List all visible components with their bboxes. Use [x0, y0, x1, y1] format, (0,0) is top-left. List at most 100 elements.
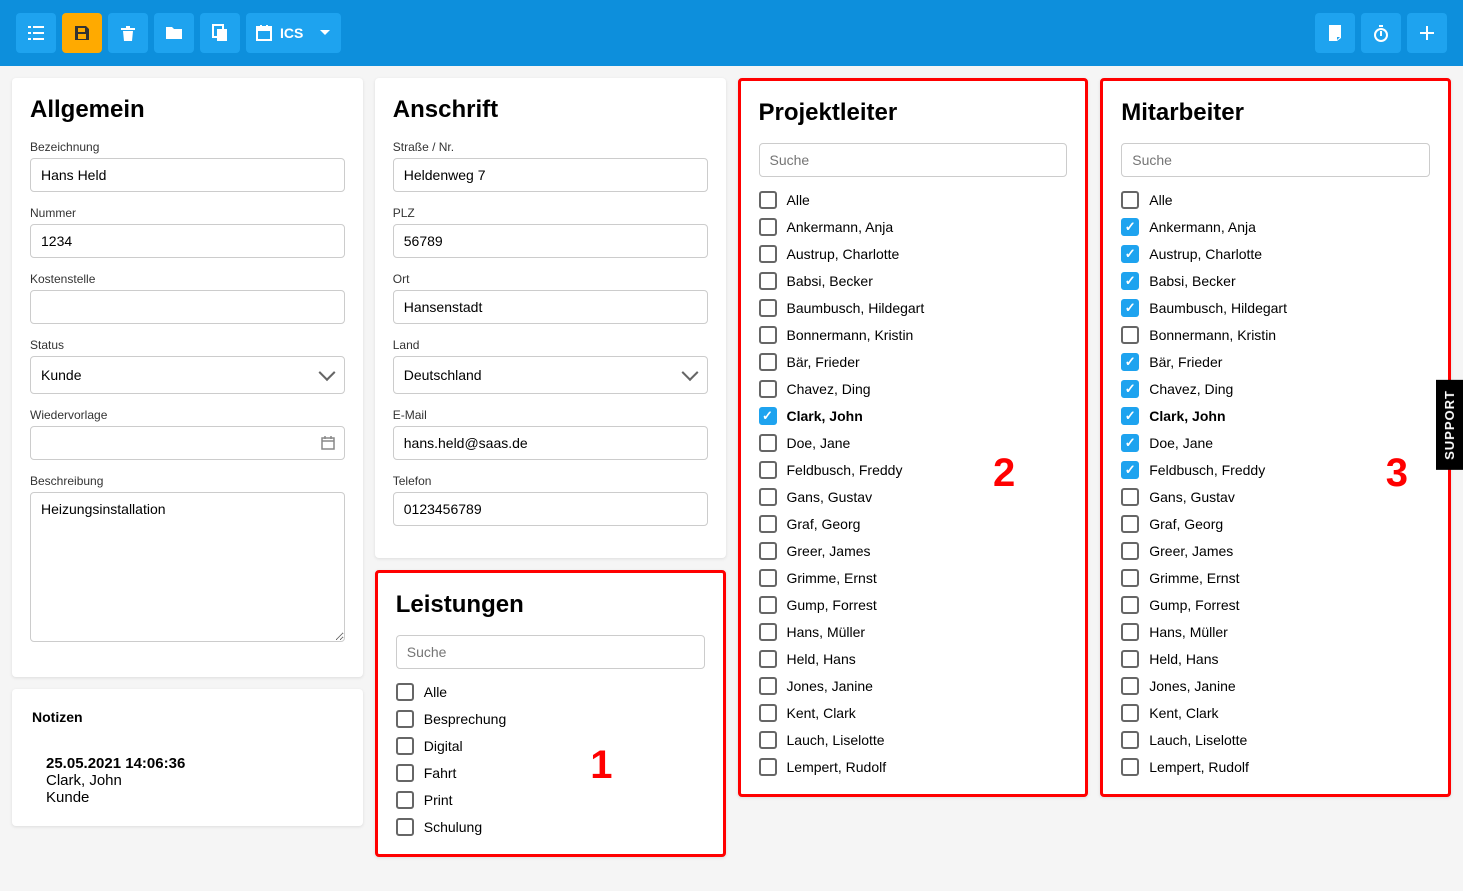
check-item[interactable]: Alle — [1121, 191, 1430, 209]
check-item[interactable]: Held, Hans — [759, 650, 1068, 668]
check-item[interactable]: Clark, John — [1121, 407, 1430, 425]
check-item[interactable]: Feldbusch, Freddy — [759, 461, 1068, 479]
checkbox[interactable] — [759, 191, 777, 209]
check-item[interactable]: Grimme, Ernst — [759, 569, 1068, 587]
checkbox[interactable] — [759, 299, 777, 317]
check-item[interactable]: Ankermann, Anja — [759, 218, 1068, 236]
check-item[interactable]: Chavez, Ding — [759, 380, 1068, 398]
checkbox[interactable] — [1121, 650, 1139, 668]
checkbox[interactable] — [1121, 380, 1139, 398]
check-item[interactable]: Jones, Janine — [1121, 677, 1430, 695]
checkbox[interactable] — [759, 434, 777, 452]
check-item[interactable]: Clark, John — [759, 407, 1068, 425]
checkbox[interactable] — [759, 758, 777, 776]
check-item[interactable]: Kent, Clark — [1121, 704, 1430, 722]
checkbox[interactable] — [1121, 542, 1139, 560]
checkbox[interactable] — [1121, 272, 1139, 290]
check-item[interactable]: Graf, Georg — [759, 515, 1068, 533]
wiedervorlage-input[interactable] — [30, 426, 345, 460]
checkbox[interactable] — [1121, 461, 1139, 479]
checkbox[interactable] — [396, 737, 414, 755]
plz-input[interactable] — [393, 224, 708, 258]
check-item[interactable]: Ankermann, Anja — [1121, 218, 1430, 236]
checkbox[interactable] — [759, 272, 777, 290]
leistungen-search[interactable] — [396, 635, 705, 669]
checkbox[interactable] — [759, 731, 777, 749]
ort-input[interactable] — [393, 290, 708, 324]
checkbox[interactable] — [1121, 326, 1139, 344]
check-item[interactable]: Gump, Forrest — [1121, 596, 1430, 614]
checkbox[interactable] — [759, 596, 777, 614]
check-item[interactable]: Lauch, Liselotte — [1121, 731, 1430, 749]
checkbox[interactable] — [1121, 515, 1139, 533]
checkbox[interactable] — [1121, 407, 1139, 425]
checkbox[interactable] — [396, 791, 414, 809]
check-item[interactable]: Bär, Frieder — [759, 353, 1068, 371]
ics-dropdown[interactable]: ICS — [246, 13, 341, 53]
check-item[interactable]: Kent, Clark — [759, 704, 1068, 722]
projektleiter-search[interactable] — [759, 143, 1068, 177]
mitarbeiter-search[interactable] — [1121, 143, 1430, 177]
checkbox[interactable] — [1121, 623, 1139, 641]
check-item[interactable]: Grimme, Ernst — [1121, 569, 1430, 587]
checkbox[interactable] — [1121, 488, 1139, 506]
save-button[interactable] — [62, 13, 102, 53]
timer-button[interactable] — [1361, 13, 1401, 53]
kostenstelle-input[interactable] — [30, 290, 345, 324]
check-item[interactable]: Fahrt — [396, 764, 705, 782]
check-item[interactable]: Doe, Jane — [1121, 434, 1430, 452]
check-item[interactable]: Chavez, Ding — [1121, 380, 1430, 398]
checkbox[interactable] — [759, 245, 777, 263]
checkbox[interactable] — [759, 488, 777, 506]
checkbox[interactable] — [759, 623, 777, 641]
checkbox[interactable] — [1121, 596, 1139, 614]
check-item[interactable]: Graf, Georg — [1121, 515, 1430, 533]
check-item[interactable]: Bonnermann, Kristin — [759, 326, 1068, 344]
check-item[interactable]: Austrup, Charlotte — [759, 245, 1068, 263]
checkbox[interactable] — [759, 380, 777, 398]
checkbox[interactable] — [759, 569, 777, 587]
telefon-input[interactable] — [393, 492, 708, 526]
checkbox[interactable] — [1121, 245, 1139, 263]
checkbox[interactable] — [1121, 569, 1139, 587]
check-item[interactable]: Held, Hans — [1121, 650, 1430, 668]
folder-button[interactable] — [154, 13, 194, 53]
check-item[interactable]: Alle — [396, 683, 705, 701]
land-select[interactable]: Deutschland — [393, 356, 708, 394]
check-item[interactable]: Feldbusch, Freddy — [1121, 461, 1430, 479]
checkbox[interactable] — [1121, 704, 1139, 722]
check-item[interactable]: Baumbusch, Hildegart — [759, 299, 1068, 317]
checkbox[interactable] — [1121, 353, 1139, 371]
checkbox[interactable] — [759, 353, 777, 371]
checkbox[interactable] — [396, 818, 414, 836]
check-item[interactable]: Baumbusch, Hildegart — [1121, 299, 1430, 317]
check-item[interactable]: Greer, James — [759, 542, 1068, 560]
check-item[interactable]: Alle — [759, 191, 1068, 209]
check-item[interactable]: Digital — [396, 737, 705, 755]
check-item[interactable]: Babsi, Becker — [759, 272, 1068, 290]
copy-button[interactable] — [200, 13, 240, 53]
check-item[interactable]: Greer, James — [1121, 542, 1430, 560]
check-item[interactable]: Bonnermann, Kristin — [1121, 326, 1430, 344]
checkbox[interactable] — [759, 677, 777, 695]
checkbox[interactable] — [1121, 218, 1139, 236]
checkbox[interactable] — [1121, 191, 1139, 209]
nummer-input[interactable] — [30, 224, 345, 258]
checkbox[interactable] — [759, 650, 777, 668]
check-item[interactable]: Gans, Gustav — [759, 488, 1068, 506]
check-item[interactable]: Babsi, Becker — [1121, 272, 1430, 290]
add-button[interactable] — [1407, 13, 1447, 53]
check-item[interactable]: Hans, Müller — [759, 623, 1068, 641]
check-item[interactable]: Print — [396, 791, 705, 809]
check-item[interactable]: Lempert, Rudolf — [759, 758, 1068, 776]
bezeichnung-input[interactable] — [30, 158, 345, 192]
checkbox[interactable] — [759, 542, 777, 560]
check-item[interactable]: Doe, Jane — [759, 434, 1068, 452]
check-item[interactable]: Lauch, Liselotte — [759, 731, 1068, 749]
check-item[interactable]: Austrup, Charlotte — [1121, 245, 1430, 263]
checkbox[interactable] — [1121, 758, 1139, 776]
delete-button[interactable] — [108, 13, 148, 53]
checkbox[interactable] — [1121, 299, 1139, 317]
checkbox[interactable] — [396, 683, 414, 701]
check-item[interactable]: Gump, Forrest — [759, 596, 1068, 614]
